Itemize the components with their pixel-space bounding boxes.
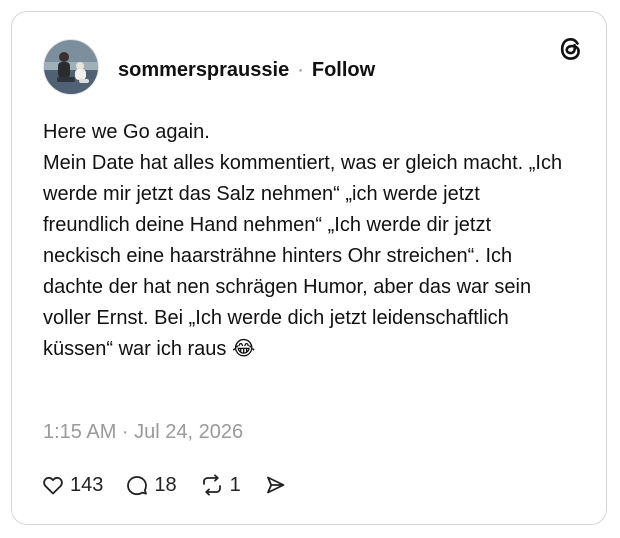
share-button[interactable]	[263, 473, 287, 497]
avatar-image	[44, 40, 98, 94]
reply-button[interactable]: 18	[125, 473, 177, 497]
avatar[interactable]	[43, 39, 99, 95]
post-header: sommerspraussie · Follow	[118, 56, 375, 84]
post-text-line-2: Mein Date hat alles kommentiert, was er …	[43, 152, 563, 360]
post-card: sommerspraussie · Follow Here we Go agai…	[11, 11, 607, 525]
header-separator: ·	[297, 58, 304, 81]
speech-bubble-icon	[125, 473, 149, 497]
repost-icon	[199, 473, 225, 497]
username[interactable]: sommerspraussie	[118, 59, 289, 82]
like-count: 143	[70, 473, 104, 496]
like-button[interactable]: 143	[41, 473, 103, 497]
send-icon	[263, 473, 287, 497]
post-body: Here we Go again. Mein Date hat alles ko…	[43, 117, 563, 365]
threads-logo-icon[interactable]	[556, 34, 586, 64]
follow-button[interactable]: Follow	[312, 59, 375, 82]
action-bar: 143 18 1	[41, 470, 309, 500]
heart-icon	[41, 473, 65, 497]
reply-count: 18	[154, 473, 177, 496]
post-timestamp[interactable]: 1:15 AM · Jul 24, 2026	[43, 421, 243, 444]
repost-count: 1	[229, 473, 241, 496]
post-text-line-1: Here we Go again.	[43, 121, 210, 143]
repost-button[interactable]: 1	[199, 473, 241, 497]
